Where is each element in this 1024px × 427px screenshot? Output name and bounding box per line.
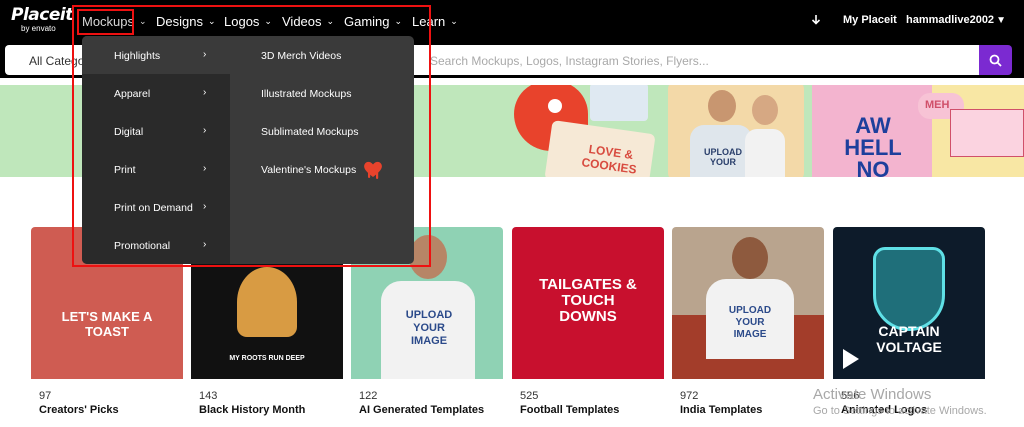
user-menu[interactable]: hammadlive2002 ▼ (906, 14, 1006, 26)
shield-emblem (873, 247, 945, 331)
logo-subtext: by envato (21, 24, 56, 33)
flower-art (237, 267, 297, 337)
meh-text: MEH (925, 99, 950, 111)
activate-windows-title: Activate Windows (813, 386, 932, 403)
card-title: India Templates (680, 404, 763, 416)
card-image: UPLOAD YOUR IMAGE (672, 227, 824, 379)
activate-windows-subtitle: Go to Settings to activate Windows. (813, 405, 987, 417)
placeit-logo[interactable]: Placeit by envato (11, 5, 73, 34)
aw-hell-no-text: AW HELL NO (844, 113, 902, 178)
card-image: CAPTAIN VOLTAGE (833, 227, 985, 379)
card-art-text: UPLOAD YOUR IMAGE (405, 309, 453, 347)
card-title: Black History Month (199, 404, 306, 416)
annotation-dropdown-box (72, 5, 431, 267)
category-card-india-templates[interactable]: UPLOAD YOUR IMAGE 972 India Templates (672, 227, 824, 427)
caret-down-icon: ▼ (996, 15, 1006, 26)
card-title: Creators' Picks (39, 404, 119, 416)
person-head (708, 90, 736, 122)
search-icon (989, 54, 1002, 67)
tshirt-image (590, 85, 648, 121)
search-input[interactable]: Search Mockups, Logos, Instagram Stories… (430, 54, 709, 68)
card-count: 122 (359, 390, 378, 402)
category-card-football-templates[interactable]: TAILGATES & TOUCH DOWNS 525 Football Tem… (512, 227, 664, 427)
username: hammadlive2002 (906, 14, 995, 26)
card-art-text: MY ROOTS RUN DEEP (229, 355, 305, 362)
person-head (732, 237, 768, 279)
card-art-text: UPLOAD YOUR IMAGE (728, 305, 772, 340)
logo-text: Placeit (11, 5, 73, 25)
card-count: 143 (199, 390, 218, 402)
card-count: 97 (39, 390, 52, 402)
my-placeit-link[interactable]: My Placeit (843, 14, 897, 26)
chevron-down-icon: ⌄ (450, 16, 458, 26)
annotation-mockups-box (77, 9, 134, 35)
play-icon[interactable] (843, 349, 859, 369)
card-count: 972 (680, 390, 699, 402)
retro-window (950, 109, 1024, 157)
card-count: 525 (520, 390, 539, 402)
upload-text-small: UPLOAD YOUR (704, 147, 742, 167)
card-title: AI Generated Templates (359, 404, 485, 416)
card-image: TAILGATES & TOUCH DOWNS (512, 227, 664, 379)
search-button[interactable] (979, 45, 1012, 75)
person2-head (752, 95, 778, 125)
card-art-text: CAPTAIN VOLTAGE (876, 323, 942, 355)
card-title: Football Templates (520, 404, 620, 416)
card-art-text: TAILGATES & TOUCH DOWNS (539, 276, 637, 325)
person2-shirt (745, 129, 785, 177)
download-icon[interactable] (811, 14, 821, 29)
card-art-text: LET'S MAKE A TOAST (61, 309, 153, 339)
character-eye (548, 99, 562, 113)
